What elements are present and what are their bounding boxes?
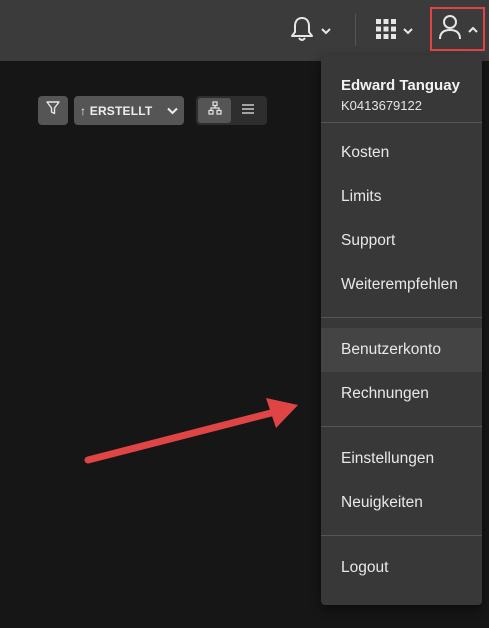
menu-item-einstellungen[interactable]: Einstellungen	[321, 437, 482, 481]
user-dropdown-menu: Edward Tanguay K0413679122 Kosten Limits…	[321, 55, 482, 605]
menu-divider	[321, 122, 482, 123]
menu-divider	[321, 426, 482, 427]
menu-item-weiterempfehlen[interactable]: Weiterempfehlen	[321, 263, 482, 307]
menu-item-support[interactable]: Support	[321, 219, 482, 263]
menu-item-kosten[interactable]: Kosten	[321, 131, 482, 175]
menu-item-benutzerkonto[interactable]: Benutzerkonto	[321, 328, 482, 372]
menu-item-limits[interactable]: Limits	[321, 175, 482, 219]
menu-divider	[321, 317, 482, 318]
user-id: K0413679122	[341, 98, 422, 113]
menu-item-neuigkeiten[interactable]: Neuigkeiten	[321, 481, 482, 525]
menu-item-logout[interactable]: Logout	[321, 546, 482, 590]
menu-divider	[321, 535, 482, 536]
user-name: Edward Tanguay	[341, 77, 460, 94]
menu-item-rechnungen[interactable]: Rechnungen	[321, 372, 482, 416]
